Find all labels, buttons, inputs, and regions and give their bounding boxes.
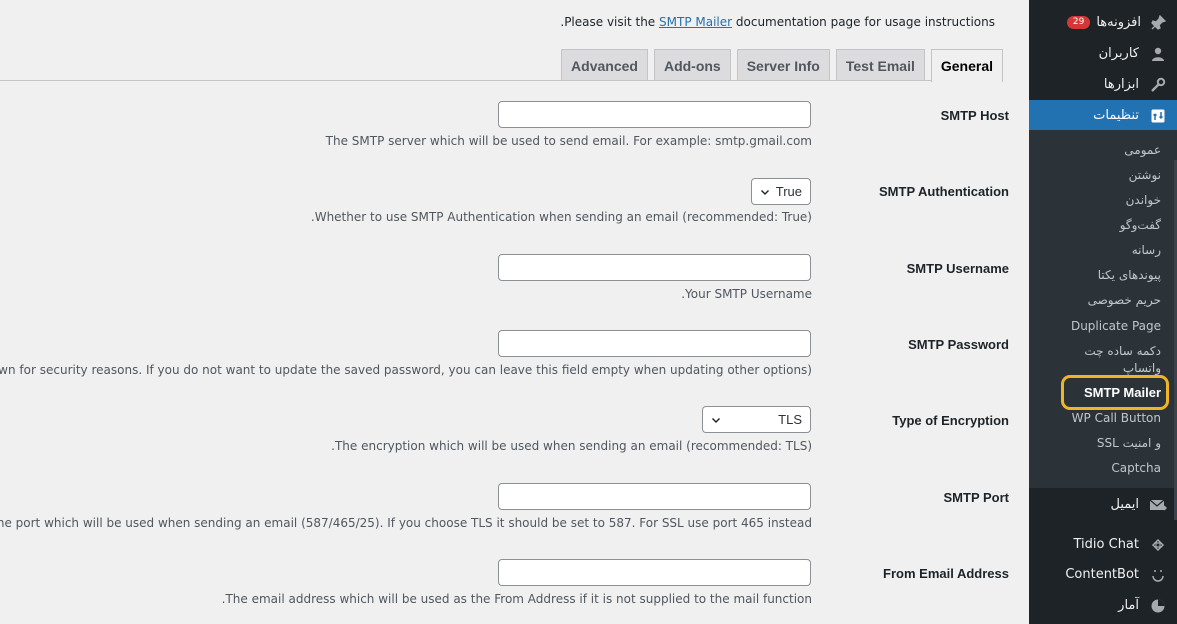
menu-contentbot-label: ContentBot xyxy=(1065,567,1139,582)
tab-general[interactable]: General xyxy=(930,49,1003,82)
chevron-down-icon xyxy=(711,415,721,425)
encryption-label: Type of Encryption xyxy=(892,413,1009,428)
submenu-privacy[interactable]: حریم خصوصی xyxy=(1088,293,1161,307)
plugin-icon xyxy=(1149,14,1167,32)
chevron-down-icon xyxy=(760,187,770,197)
tab-divider xyxy=(0,80,1003,81)
documentation-link[interactable]: SMTP Mailer xyxy=(659,15,732,29)
menu-plugins[interactable]: 29 افزونه‌ها xyxy=(1029,7,1177,38)
users-icon xyxy=(1149,45,1167,63)
menu-plugins-label: افزونه‌ها xyxy=(1096,15,1141,30)
menu-users[interactable]: کاربران xyxy=(1029,38,1177,69)
smtp-auth-description: .Whether to use SMTP Authentication when… xyxy=(310,210,812,224)
menu-contentbot[interactable]: ContentBot xyxy=(1029,559,1177,590)
pie-chart-icon xyxy=(1149,597,1167,615)
submenu-permalinks[interactable]: پیوندهای یکتا xyxy=(1098,268,1161,282)
smtp-host-input[interactable] xyxy=(498,101,811,128)
submenu-writing[interactable]: نوشتن xyxy=(1129,168,1161,182)
smtp-password-label: SMTP Password xyxy=(908,337,1009,352)
tab-advanced[interactable]: Advanced xyxy=(561,49,648,81)
update-count-badge: 29 xyxy=(1066,16,1091,29)
menu-statistics-label: آمار xyxy=(1118,598,1139,613)
smtp-password-input[interactable] xyxy=(498,330,811,357)
notice-suffix: documentation page for usage instruction… xyxy=(735,15,995,29)
menu-tidio-chat[interactable]: Tidio Chat xyxy=(1029,529,1177,560)
submenu-discussion[interactable]: گفت‌وگو xyxy=(1120,218,1161,232)
settings-submenu: عمومی نوشتن خواندن گفت‌وگو رسانه پیوندها… xyxy=(1029,130,1177,488)
smtp-port-label: SMTP Port xyxy=(943,490,1010,505)
submenu-wp-call-button[interactable]: WP Call Button xyxy=(1072,411,1161,425)
settings-tabs: General Test Email Server Info Add-ons A… xyxy=(555,49,1003,82)
smtp-auth-value: True xyxy=(775,184,802,199)
menu-email-label: ایمیل xyxy=(1110,497,1139,512)
from-email-input[interactable] xyxy=(498,559,811,586)
submenu-duplicate-page[interactable]: Duplicate Page xyxy=(1071,319,1161,333)
menu-tools-label: ابزارها xyxy=(1103,77,1139,92)
smtp-username-label: SMTP Username xyxy=(906,261,1009,276)
smtp-auth-label: SMTP Authentication xyxy=(879,184,1009,199)
smtp-port-description: .The port which will be used when sendin… xyxy=(0,516,812,530)
menu-statistics[interactable]: آمار xyxy=(1029,590,1177,621)
menu-tidio-label: Tidio Chat xyxy=(1073,537,1139,552)
smtp-port-input[interactable] xyxy=(498,483,811,510)
submenu-reading[interactable]: خواندن xyxy=(1126,193,1161,207)
submenu-simple-chat-button[interactable]: دکمه ساده چت xyxy=(1084,344,1161,358)
encryption-select[interactable]: TLS xyxy=(702,406,811,433)
submenu-general[interactable]: عمومی xyxy=(1124,143,1161,157)
encryption-description: .The encryption which will be used when … xyxy=(331,439,812,453)
usage-notice: .Please visit the SMTP Mailer documentat… xyxy=(560,15,995,29)
settings-icon xyxy=(1149,107,1167,125)
from-email-description: .The email address which will be used as… xyxy=(221,592,812,606)
encryption-value: TLS xyxy=(778,412,802,427)
submenu-whatsapp[interactable]: واتساپ xyxy=(1123,361,1161,375)
bot-icon xyxy=(1149,566,1167,584)
smtp-auth-select[interactable]: True xyxy=(751,178,811,205)
admin-sidebar: 29 افزونه‌ها کاربران ابزارها تنظیمات عمو… xyxy=(1021,0,1177,624)
menu-settings-label: تنظیمات xyxy=(1093,108,1139,123)
from-email-label: From Email Address xyxy=(883,566,1009,581)
email-icon xyxy=(1149,496,1167,514)
notice-prefix: .Please visit the xyxy=(560,15,656,29)
tab-server-info[interactable]: Server Info xyxy=(736,49,830,81)
menu-settings[interactable]: تنظیمات xyxy=(1021,100,1177,131)
submenu-smtp-mailer[interactable]: SMTP Mailer xyxy=(1084,385,1161,400)
submenu-ssl-security[interactable]: SSL و امنیت xyxy=(1097,436,1161,450)
menu-tools[interactable]: ابزارها xyxy=(1029,69,1177,100)
chat-icon xyxy=(1149,536,1167,554)
tab-add-ons[interactable]: Add-ons xyxy=(653,49,731,81)
smtp-host-description: The SMTP server which will be used to se… xyxy=(325,134,812,148)
submenu-media[interactable]: رسانه xyxy=(1132,243,1161,257)
tab-test-email[interactable]: Test Email xyxy=(835,49,925,81)
tools-icon xyxy=(1149,76,1167,94)
menu-email[interactable]: ایمیل xyxy=(1029,489,1177,520)
smtp-host-label: SMTP Host xyxy=(940,108,1009,123)
submenu-captcha[interactable]: Captcha xyxy=(1111,461,1161,475)
menu-users-label: کاربران xyxy=(1098,46,1139,61)
main-content: .Please visit the SMTP Mailer documentat… xyxy=(0,0,1029,624)
smtp-username-input[interactable] xyxy=(498,254,811,281)
smtp-password-description: not shown for security reasons. If you d… xyxy=(0,363,812,377)
smtp-username-description: .Your SMTP Username xyxy=(681,287,812,301)
